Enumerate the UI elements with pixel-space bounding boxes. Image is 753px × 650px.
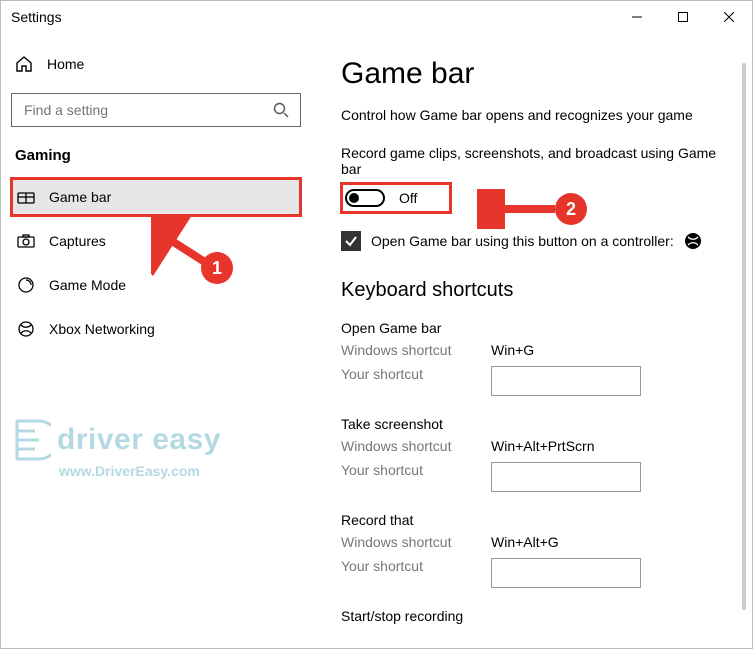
shortcut-your-label: Your shortcut [341,558,491,588]
nav-label: Xbox Networking [49,321,155,337]
checkbox-label: Open Game bar using this button on a con… [371,233,674,249]
captures-icon [17,232,35,250]
shortcut-your-label: Your shortcut [341,462,491,492]
search-input[interactable] [22,101,272,119]
nav-item-captures[interactable]: Captures [11,222,301,260]
home-label: Home [47,56,84,72]
nav-item-game-mode[interactable]: Game Mode [11,266,301,304]
toggle-switch[interactable] [345,189,385,207]
shortcut-win-value: Win+Alt+G [491,534,722,550]
home-link[interactable]: Home [11,47,301,81]
shortcuts-heading: Keyboard shortcuts [341,279,722,302]
game-bar-icon [17,188,35,206]
shortcut-group-open: Open Game bar Windows shortcut Win+G You… [341,320,722,396]
shortcut-title: Open Game bar [341,320,722,336]
sidebar: Home Gaming Game bar Captures Game M [1,33,311,650]
xbox-icon [17,320,35,338]
shortcut-title: Take screenshot [341,416,722,432]
shortcut-group-record-that: Record that Windows shortcut Win+Alt+G Y… [341,512,722,588]
record-description: Record game clips, screenshots, and broa… [341,145,722,177]
maximize-button[interactable] [660,1,706,33]
shortcut-win-value: Win+Alt+PrtScrn [491,438,722,454]
shortcut-input[interactable] [491,366,641,396]
nav-label: Game bar [49,189,111,205]
sidebar-section-heading: Gaming [15,147,297,164]
nav-label: Game Mode [49,277,126,293]
shortcut-group-screenshot: Take screenshot Windows shortcut Win+Alt… [341,416,722,492]
close-button[interactable] [706,1,752,33]
page-title: Game bar [341,57,722,91]
minimize-button[interactable] [614,1,660,33]
window-title: Settings [11,9,62,25]
shortcut-title: Record that [341,512,722,528]
shortcut-input[interactable] [491,558,641,588]
page-description: Control how Game bar opens and recognize… [341,107,722,123]
content-pane: Game bar Control how Game bar opens and … [311,33,752,650]
checkbox-checked-icon[interactable] [341,231,361,251]
game-mode-icon [17,276,35,294]
shortcut-win-label: Windows shortcut [341,534,491,550]
shortcut-win-value: Win+G [491,342,722,358]
nav-item-game-bar[interactable]: Game bar [11,178,301,216]
scrollbar[interactable] [742,63,746,610]
shortcut-your-label: Your shortcut [341,366,491,396]
shortcut-title: Start/stop recording [341,608,722,624]
titlebar: Settings [1,1,752,33]
search-icon [272,101,290,119]
game-bar-toggle-row[interactable]: Off [341,183,451,213]
search-box[interactable] [11,93,301,127]
shortcut-win-label: Windows shortcut [341,438,491,454]
shortcut-group-start-stop: Start/stop recording [341,608,722,624]
controller-checkbox-row[interactable]: Open Game bar using this button on a con… [341,231,722,251]
home-icon [15,55,33,73]
shortcut-input[interactable] [491,462,641,492]
shortcut-win-label: Windows shortcut [341,342,491,358]
toggle-state-label: Off [399,190,417,206]
nav-item-xbox-networking[interactable]: Xbox Networking [11,310,301,348]
xbox-logo-icon [684,232,702,250]
window-controls [614,1,752,33]
nav-label: Captures [49,233,106,249]
